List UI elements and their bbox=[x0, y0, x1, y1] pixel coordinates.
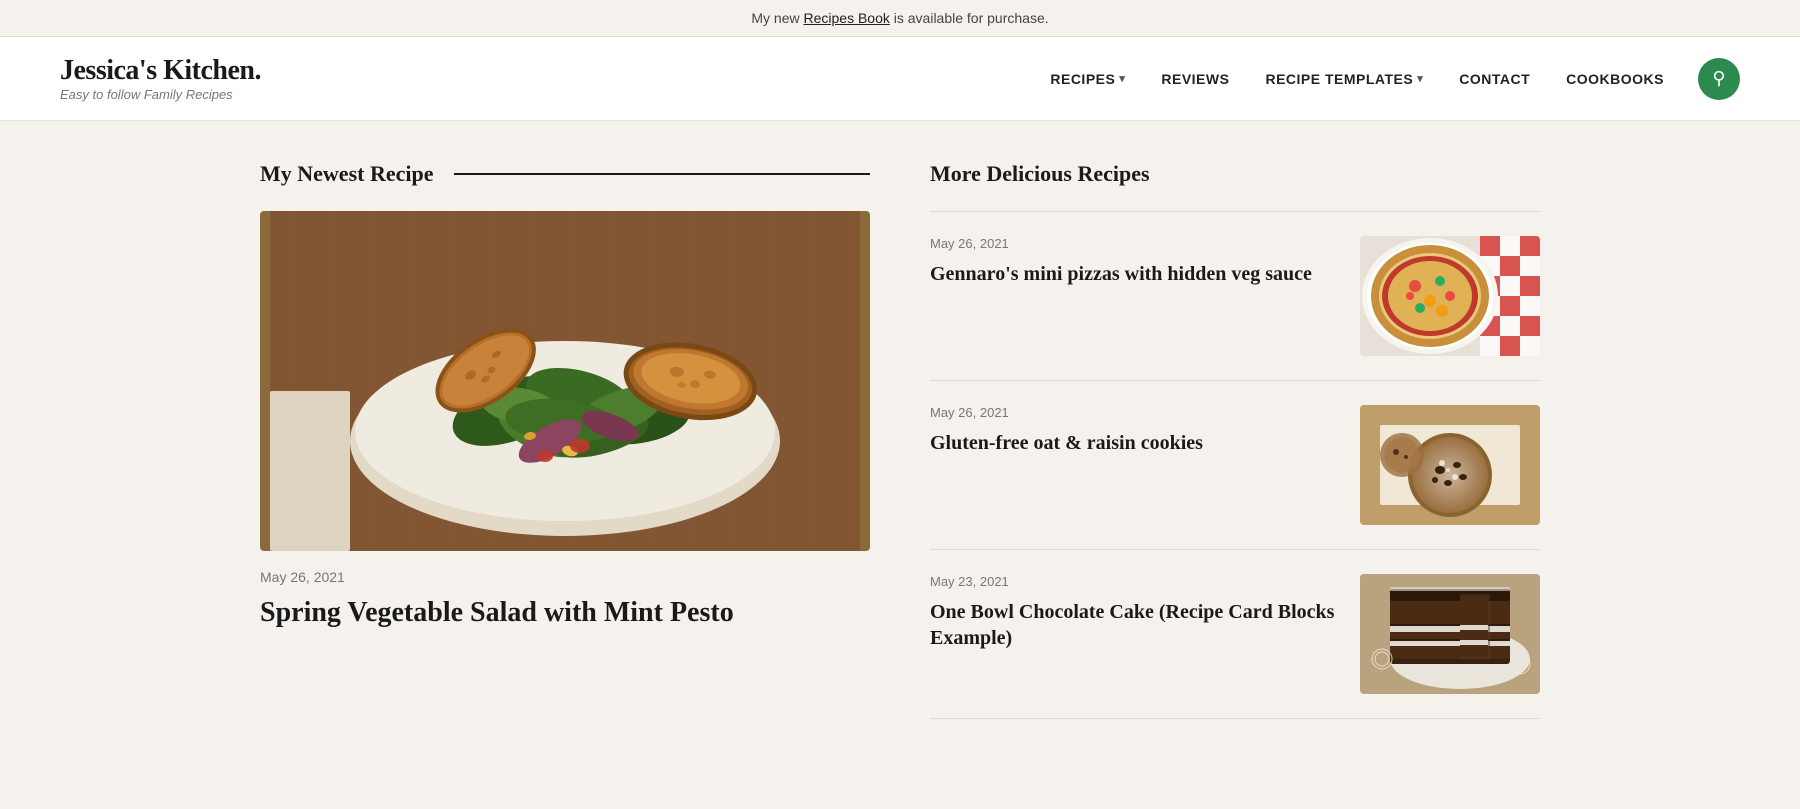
site-header: Jessica's Kitchen. Easy to follow Family… bbox=[0, 37, 1800, 121]
featured-recipe-image[interactable] bbox=[260, 211, 870, 551]
announcement-text-before: My new bbox=[751, 10, 803, 26]
nav-item-cookbooks[interactable]: COOKBOOKS bbox=[1552, 63, 1678, 95]
salad-image-svg bbox=[260, 211, 870, 551]
main-content: My Newest Recipe bbox=[200, 121, 1600, 759]
nav-item-recipes[interactable]: RECIPES ▾ bbox=[1036, 63, 1139, 95]
recipe-card-1-title[interactable]: Gennaro's mini pizzas with hidden veg sa… bbox=[930, 261, 1340, 287]
newest-recipe-header: My Newest Recipe bbox=[260, 161, 870, 187]
nav-label-reviews: REVIEWS bbox=[1161, 71, 1229, 87]
search-icon: ⚲ bbox=[1712, 68, 1725, 89]
recipe-card-1-image[interactable] bbox=[1360, 236, 1540, 356]
main-nav: RECIPES ▾ REVIEWS RECIPE TEMPLATES ▾ CON… bbox=[1036, 58, 1740, 100]
nav-item-contact[interactable]: CONTACT bbox=[1445, 63, 1544, 95]
site-logo[interactable]: Jessica's Kitchen. Easy to follow Family… bbox=[60, 55, 261, 102]
recipe-card-3-info: May 23, 2021 One Bowl Chocolate Cake (Re… bbox=[930, 574, 1340, 651]
announcement-link[interactable]: Recipes Book bbox=[803, 10, 889, 26]
newest-recipe-title: My Newest Recipe bbox=[260, 161, 434, 187]
featured-recipe-date: May 26, 2021 bbox=[260, 569, 870, 585]
recipe-card-3-title[interactable]: One Bowl Chocolate Cake (Recipe Card Blo… bbox=[930, 599, 1340, 651]
nav-label-recipes: RECIPES bbox=[1050, 71, 1115, 87]
recipe-card-3: May 23, 2021 One Bowl Chocolate Cake (Re… bbox=[930, 550, 1540, 719]
more-recipes-title: More Delicious Recipes bbox=[930, 161, 1540, 187]
recipe-card-1-info: May 26, 2021 Gennaro's mini pizzas with … bbox=[930, 236, 1340, 287]
logo-subtitle: Easy to follow Family Recipes bbox=[60, 87, 261, 102]
newest-recipe-section: My Newest Recipe bbox=[260, 161, 870, 719]
logo-title: Jessica's Kitchen. bbox=[60, 55, 261, 87]
nav-item-recipe-templates[interactable]: RECIPE TEMPLATES ▾ bbox=[1251, 63, 1437, 95]
recipe-card-2-date: May 26, 2021 bbox=[930, 405, 1340, 420]
more-recipes-section: More Delicious Recipes May 26, 2021 Genn… bbox=[930, 161, 1540, 719]
recipe-card-3-image[interactable] bbox=[1360, 574, 1540, 694]
recipe-card-2-image[interactable] bbox=[1360, 405, 1540, 525]
nav-item-reviews[interactable]: REVIEWS bbox=[1147, 63, 1243, 95]
announcement-bar: My new Recipes Book is available for pur… bbox=[0, 0, 1800, 37]
recipe-card-2: May 26, 2021 Gluten-free oat & raisin co… bbox=[930, 381, 1540, 550]
nav-label-cookbooks: COOKBOOKS bbox=[1566, 71, 1664, 87]
recipe-card-2-info: May 26, 2021 Gluten-free oat & raisin co… bbox=[930, 405, 1340, 456]
recipe-card-1: May 26, 2021 Gennaro's mini pizzas with … bbox=[930, 211, 1540, 381]
featured-recipe-name[interactable]: Spring Vegetable Salad with Mint Pesto bbox=[260, 595, 870, 631]
recipe-card-2-title[interactable]: Gluten-free oat & raisin cookies bbox=[930, 430, 1340, 456]
search-button[interactable]: ⚲ bbox=[1698, 58, 1740, 100]
recipe-card-3-date: May 23, 2021 bbox=[930, 574, 1340, 589]
announcement-text-after: is available for purchase. bbox=[894, 10, 1049, 26]
title-divider bbox=[454, 173, 871, 175]
chevron-down-icon-2: ▾ bbox=[1417, 72, 1423, 85]
chevron-down-icon: ▾ bbox=[1119, 72, 1125, 85]
nav-label-contact: CONTACT bbox=[1459, 71, 1530, 87]
recipe-card-1-date: May 26, 2021 bbox=[930, 236, 1340, 251]
nav-label-recipe-templates: RECIPE TEMPLATES bbox=[1265, 71, 1413, 87]
